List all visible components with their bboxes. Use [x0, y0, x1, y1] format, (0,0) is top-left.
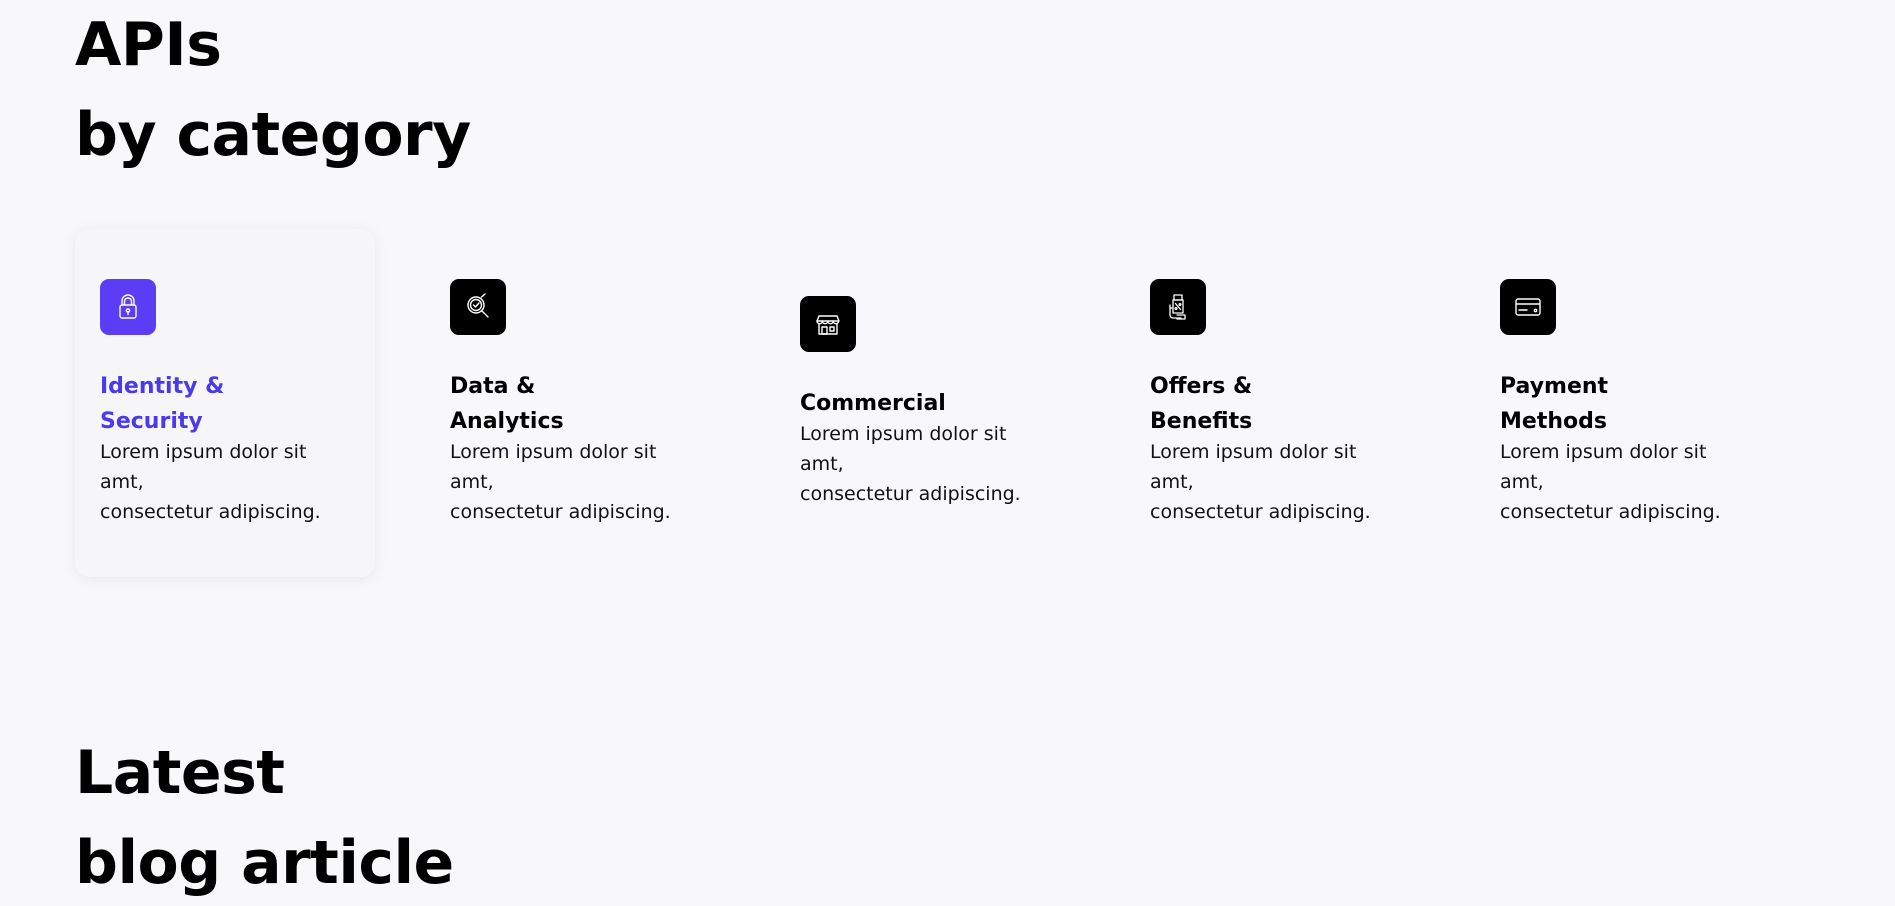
category-description: Lorem ipsum dolor sit amt, consectetur a…	[800, 423, 1021, 505]
category-description: Lorem ipsum dolor sit amt, consectetur a…	[100, 441, 321, 523]
category-description: Lorem ipsum dolor sit amt, consectetur a…	[1500, 441, 1721, 523]
category-title: Identity & Security	[100, 374, 225, 434]
category-card-payment-methods[interactable]: Payment Methods Lorem ipsum dolor sit am…	[1475, 229, 1775, 577]
analytics-search-icon	[450, 279, 506, 335]
category-title: Data & Analytics	[450, 374, 564, 434]
category-title: Offers & Benefits	[1150, 374, 1253, 434]
category-card-data-analytics[interactable]: Data & Analytics Lorem ipsum dolor sit a…	[425, 229, 725, 577]
credit-card-icon	[1500, 279, 1556, 335]
blog-title-line2: blog article	[75, 828, 454, 898]
category-card-offers-benefits[interactable]: Offers & Benefits Lorem ipsum dolor sit …	[1125, 229, 1425, 577]
category-description: Lorem ipsum dolor sit amt, consectetur a…	[450, 441, 671, 523]
category-card-identity-security[interactable]: Identity & Security Lorem ipsum dolor si…	[75, 229, 375, 577]
blog-section-title: Latest blog article	[75, 728, 454, 906]
page: APIs by category Identity & Security Lor…	[0, 0, 1895, 906]
lock-icon	[100, 279, 156, 335]
blog-title-line1: Latest	[75, 738, 285, 808]
category-cards: Identity & Security Lorem ipsum dolor si…	[75, 229, 1835, 579]
category-title: Payment Methods	[1500, 374, 1609, 434]
category-card-commercial[interactable]: Commercial Lorem ipsum dolor sit amt, co…	[775, 229, 1075, 577]
category-description: Lorem ipsum dolor sit amt, consectetur a…	[1150, 441, 1371, 523]
apis-title-line1: APIs	[75, 10, 222, 80]
category-title: Commercial	[800, 391, 946, 416]
apis-title-line2: by category	[75, 100, 471, 170]
apis-section-title: APIs by category	[75, 0, 471, 180]
discount-coupon-icon	[1150, 279, 1206, 335]
storefront-icon	[800, 296, 856, 352]
